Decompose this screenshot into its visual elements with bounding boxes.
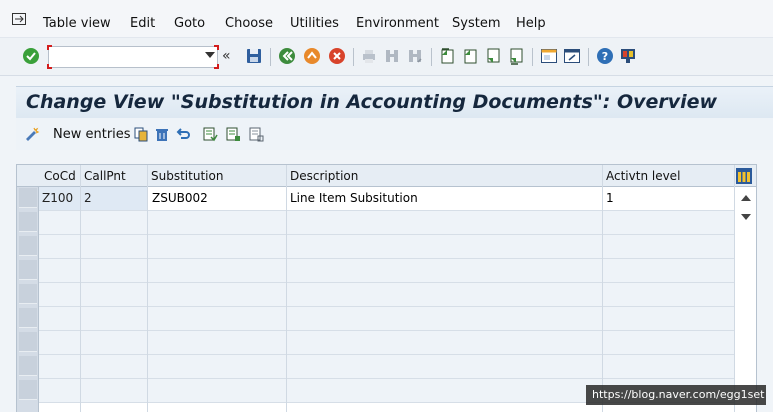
new-entries-icon[interactable] <box>24 126 40 142</box>
column-divider <box>602 165 603 412</box>
first-page-icon[interactable] <box>438 47 456 65</box>
menu-icon[interactable] <box>12 13 26 25</box>
last-page-icon[interactable] <box>507 47 525 65</box>
menu-goto[interactable]: Goto <box>174 16 205 31</box>
toolbar-separator <box>270 48 271 66</box>
column-divider <box>80 165 81 412</box>
column-header-cocd[interactable]: CoCd <box>44 169 76 183</box>
toolbar-separator <box>532 48 533 66</box>
table-row[interactable]: Z100 2 ZSUB002 Line Item Subsitution 1 <box>39 187 735 211</box>
previous-page-icon[interactable] <box>461 47 479 65</box>
command-field[interactable] <box>47 45 219 69</box>
shortcut-icon[interactable] <box>563 47 581 65</box>
cell-cocd: Z100 <box>42 191 74 205</box>
menu-edit[interactable]: Edit <box>130 16 155 31</box>
select-block-icon[interactable] <box>225 126 241 142</box>
table-row-empty[interactable] <box>39 307 735 331</box>
back-icon[interactable] <box>278 47 296 65</box>
column-divider <box>286 165 287 412</box>
menu-help[interactable]: Help <box>516 16 546 31</box>
table-settings-icon[interactable] <box>735 167 753 185</box>
copy-icon[interactable] <box>133 126 149 142</box>
find-icon[interactable] <box>383 47 401 65</box>
menu-environment[interactable]: Environment <box>356 16 439 31</box>
table-header: CoCd CallPnt Substitution Description Ac… <box>17 165 756 187</box>
page-title: Change View "Substitution in Accounting … <box>26 91 718 113</box>
select-all-icon[interactable] <box>202 126 218 142</box>
create-session-icon[interactable] <box>540 47 558 65</box>
row-selector[interactable] <box>19 332 37 352</box>
column-divider <box>147 165 148 412</box>
deselect-all-icon[interactable] <box>248 126 264 142</box>
standard-toolbar: « ? <box>0 38 773 76</box>
collapse-icon[interactable]: « <box>222 48 231 64</box>
chevron-down-icon[interactable] <box>205 52 215 58</box>
column-header-activtn-level[interactable]: Activtn level <box>606 169 680 183</box>
row-selector[interactable] <box>19 284 37 304</box>
menu-choose[interactable]: Choose <box>225 16 273 31</box>
undo-icon[interactable] <box>175 126 191 142</box>
cell-activtn-level[interactable]: 1 <box>606 191 614 205</box>
row-selector[interactable] <box>19 236 37 256</box>
toolbar-separator <box>353 48 354 66</box>
row-selector[interactable] <box>19 188 37 208</box>
menu-bar: Table view Edit Goto Choose Utilities En… <box>0 0 773 38</box>
table-row-empty[interactable] <box>39 331 735 355</box>
table-row-empty[interactable] <box>39 355 735 379</box>
menu-table-view[interactable]: Table view <box>43 16 111 31</box>
row-selector-column <box>17 165 39 412</box>
menu-utilities[interactable]: Utilities <box>290 16 339 31</box>
menu-system[interactable]: System <box>452 16 500 31</box>
next-page-icon[interactable] <box>484 47 502 65</box>
enter-icon[interactable] <box>22 47 40 65</box>
scroll-up-icon[interactable] <box>741 195 751 201</box>
svg-text:?: ? <box>602 50 608 63</box>
new-entries-button[interactable]: New entries <box>53 127 131 142</box>
help-icon[interactable]: ? <box>596 47 614 65</box>
delete-icon[interactable] <box>154 126 170 142</box>
table-row-empty[interactable] <box>39 259 735 283</box>
column-header-description[interactable]: Description <box>290 169 358 183</box>
cell-substitution[interactable]: ZSUB002 <box>152 191 208 205</box>
row-selector[interactable] <box>19 356 37 376</box>
column-header-callpnt[interactable]: CallPnt <box>84 169 126 183</box>
row-selector[interactable] <box>19 212 37 232</box>
find-next-icon[interactable] <box>406 47 424 65</box>
exit-icon[interactable] <box>303 47 321 65</box>
table-row-empty[interactable] <box>39 235 735 259</box>
watermark: https://blog.naver.com/egg1set <box>586 385 766 405</box>
customize-layout-icon[interactable] <box>619 47 637 65</box>
column-header-substitution[interactable]: Substitution <box>151 169 223 183</box>
toolbar-separator <box>431 48 432 66</box>
row-selector[interactable] <box>19 308 37 328</box>
toolbar-separator <box>588 48 589 66</box>
row-selector[interactable] <box>19 260 37 280</box>
scroll-down-icon[interactable] <box>741 214 751 220</box>
application-toolbar: New entries <box>16 118 773 150</box>
save-icon[interactable] <box>245 47 263 65</box>
table-row-empty[interactable] <box>39 211 735 235</box>
table-row-empty[interactable] <box>39 283 735 307</box>
cell-description[interactable]: Line Item Subsitution <box>290 191 418 205</box>
row-selector[interactable] <box>19 380 37 400</box>
title-bar: Change View "Substitution in Accounting … <box>16 86 773 118</box>
table-control: CoCd CallPnt Substitution Description Ac… <box>16 164 757 412</box>
print-icon[interactable] <box>360 47 378 65</box>
cancel-icon[interactable] <box>328 47 346 65</box>
vertical-scrollbar[interactable] <box>735 187 756 412</box>
cell-callpnt: 2 <box>84 191 92 205</box>
